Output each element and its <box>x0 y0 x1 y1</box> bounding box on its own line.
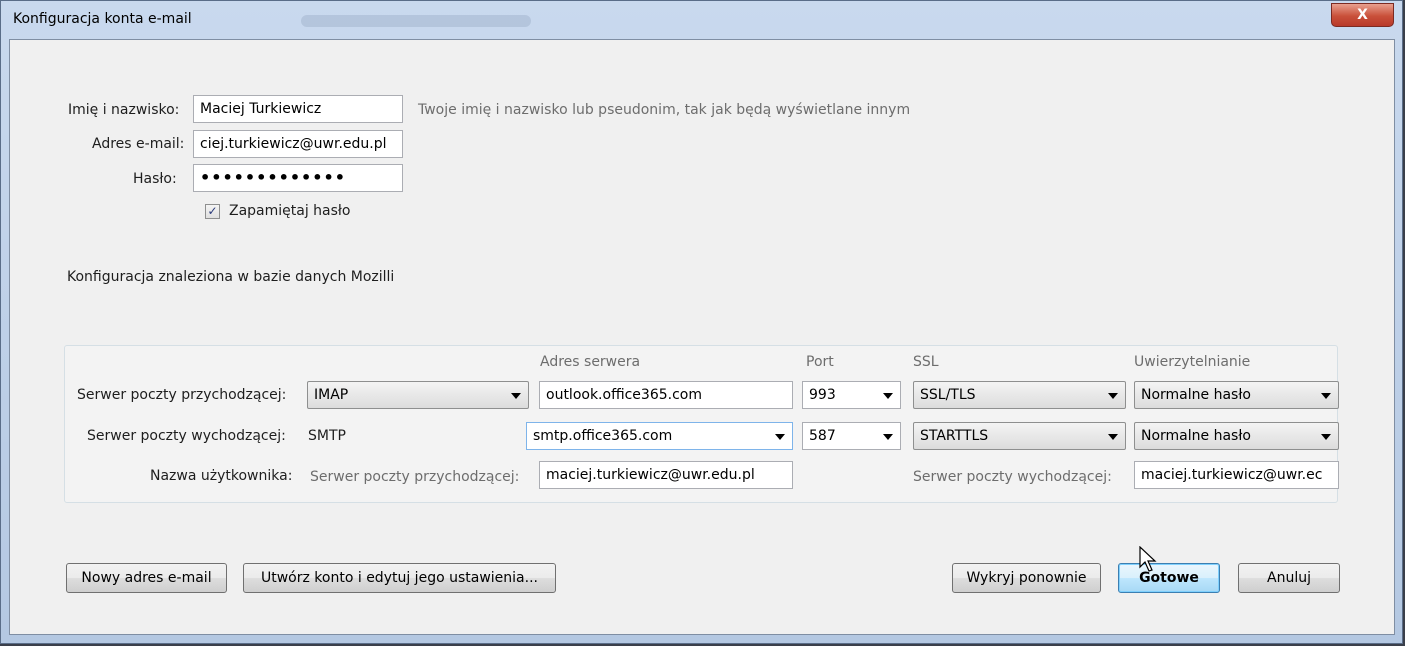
chevron-down-icon <box>883 434 893 440</box>
config-status-text: Konfiguracja znaleziona w bazie danych M… <box>67 269 395 285</box>
outgoing-auth-value: Normalne hasło <box>1141 428 1251 444</box>
name-input[interactable]: Maciej Turkiewicz <box>193 95 403 123</box>
email-label: Adres e-mail: <box>92 136 185 152</box>
header-auth: Uwierzytelnianie <box>1134 354 1251 370</box>
username-incoming-label: Serwer poczty przychodzącej: <box>310 469 520 485</box>
chevron-down-icon <box>775 434 785 440</box>
outgoing-ssl-value: STARTTLS <box>920 428 989 444</box>
checkmark-icon: ✓ <box>207 204 218 218</box>
new-email-button[interactable]: Nowy adres e-mail <box>66 563 227 593</box>
chevron-down-icon <box>1321 393 1331 399</box>
title-bar[interactable]: Konfiguracja konta e-mail X <box>1 1 1402 39</box>
incoming-ssl-select[interactable]: SSL/TLS <box>913 381 1126 409</box>
username-label: Nazwa użytkownika: <box>150 468 293 484</box>
username-outgoing-label: Serwer poczty wychodzącej: <box>913 469 1112 485</box>
outgoing-username-input[interactable]: maciej.turkiewicz@uwr.ec <box>1134 461 1339 489</box>
remember-password-label[interactable]: Zapamiętaj hasło <box>229 203 350 219</box>
incoming-ssl-value: SSL/TLS <box>920 387 976 403</box>
header-ssl: SSL <box>913 354 939 370</box>
chevron-down-icon <box>1321 434 1331 440</box>
close-button[interactable]: X <box>1331 3 1394 27</box>
incoming-server-input[interactable]: outlook.office365.com <box>539 381 793 409</box>
chevron-down-icon <box>1108 393 1118 399</box>
outgoing-port-select[interactable]: 587 <box>802 422 901 450</box>
incoming-port-value: 993 <box>809 387 836 403</box>
chevron-down-icon <box>883 393 893 399</box>
cancel-button[interactable]: Anuluj <box>1238 563 1340 593</box>
create-and-edit-button[interactable]: Utwórz konto i edytuj jego ustawienia... <box>243 563 556 593</box>
header-server-address: Adres serwera <box>540 354 641 370</box>
outgoing-auth-select[interactable]: Normalne hasło <box>1134 422 1339 450</box>
account-setup-window: Konfiguracja konta e-mail X Imię i nazwi… <box>0 0 1403 644</box>
incoming-username-input[interactable]: maciej.turkiewicz@uwr.edu.pl <box>539 461 793 489</box>
name-hint: Twoje imię i nazwisko lub pseudonim, tak… <box>418 102 911 118</box>
email-input[interactable]: ciej.turkiewicz@uwr.edu.pl <box>193 130 403 158</box>
incoming-server-label: Serwer poczty przychodzącej: <box>77 387 287 403</box>
remember-password-checkbox[interactable]: ✓ <box>205 204 220 219</box>
name-label: Imię i nazwisko: <box>68 102 180 118</box>
header-port: Port <box>806 354 834 370</box>
outgoing-port-value: 587 <box>809 428 836 444</box>
server-settings-group: Adres serwera Port SSL Uwierzytelnianie … <box>64 345 1339 503</box>
window-title: Konfiguracja konta e-mail <box>13 11 192 27</box>
chevron-down-icon <box>511 393 521 399</box>
incoming-auth-select[interactable]: Normalne hasło <box>1134 381 1339 409</box>
incoming-auth-value: Normalne hasło <box>1141 387 1251 403</box>
background-window-ghost <box>301 15 531 27</box>
dialog-body: Imię i nazwisko: Maciej Turkiewicz Twoje… <box>9 39 1395 635</box>
redetect-button[interactable]: Wykryj ponownie <box>952 563 1101 593</box>
outgoing-protocol: SMTP <box>308 428 346 444</box>
incoming-protocol-select[interactable]: IMAP <box>307 381 529 409</box>
outgoing-server-combobox[interactable]: smtp.office365.com <box>526 422 793 450</box>
outgoing-server-label: Serwer poczty wychodzącej: <box>87 428 286 444</box>
close-icon: X <box>1357 7 1368 23</box>
mouse-cursor-icon <box>1139 546 1157 572</box>
password-label: Hasło: <box>133 171 177 187</box>
incoming-protocol-value: IMAP <box>314 387 349 403</box>
incoming-port-select[interactable]: 993 <box>802 381 901 409</box>
outgoing-server-value: smtp.office365.com <box>533 428 673 444</box>
done-button[interactable]: Gotowe <box>1118 563 1220 593</box>
outgoing-ssl-select[interactable]: STARTTLS <box>913 422 1126 450</box>
chevron-down-icon <box>1108 434 1118 440</box>
password-input[interactable]: ••••••••••••• <box>193 164 403 192</box>
